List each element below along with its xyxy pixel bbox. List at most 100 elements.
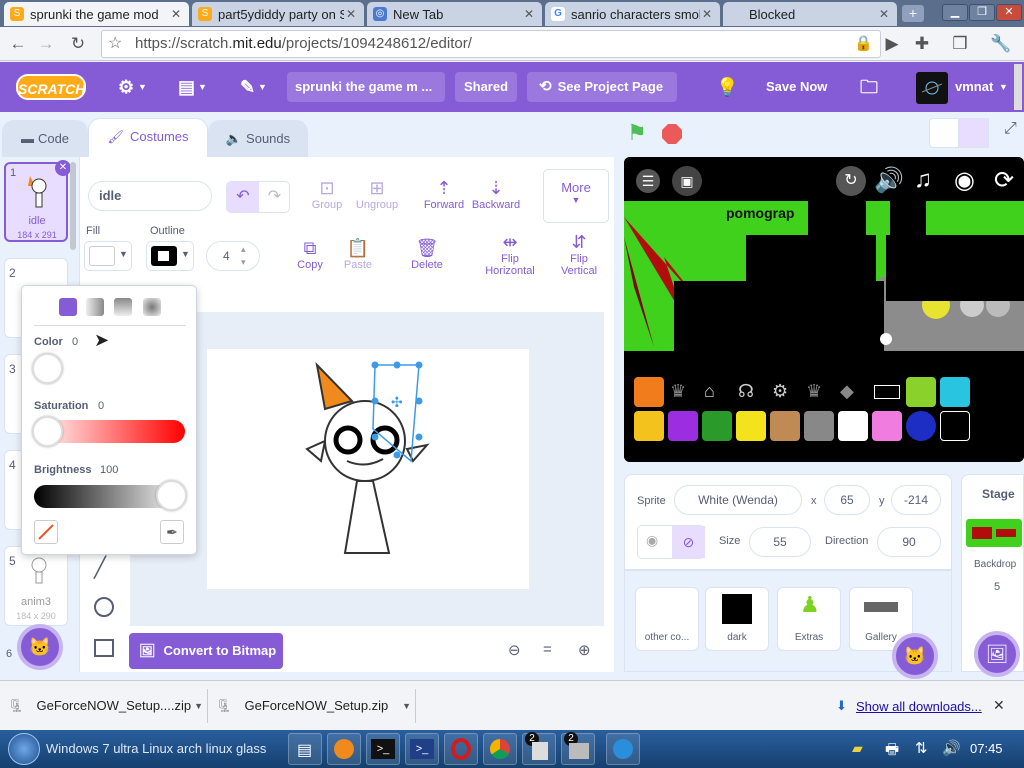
choose-backdrop-button[interactable]: 🖼	[974, 631, 1020, 677]
tab-costumes[interactable]: 🖌 Costumes	[88, 118, 208, 158]
shared-button[interactable]: Shared	[455, 72, 517, 102]
reload-icon[interactable]: ↻	[68, 34, 88, 54]
browser-tab-5[interactable]: Blocked ✕	[723, 2, 897, 26]
character-icon-antenna[interactable]: ☊	[738, 381, 764, 403]
rectangle-tool-icon[interactable]	[94, 639, 114, 657]
character-icon-gray[interactable]	[804, 411, 834, 441]
taskbar-powershell-app[interactable]: >_	[405, 733, 439, 765]
close-download-bar-icon[interactable]: ✕	[993, 697, 1005, 714]
scratch-logo[interactable]: SCRATCH	[16, 74, 86, 100]
theme-lightbulb-icon[interactable]: 💡	[716, 62, 738, 112]
solid-fill-icon[interactable]	[59, 298, 77, 316]
browser-tab-4[interactable]: G sanrio characters smol ✕	[545, 2, 720, 26]
character-icon-cyan[interactable]	[940, 377, 970, 407]
delete-button[interactable]: 🗑 Delete	[406, 237, 448, 271]
browser-tab-3[interactable]: ◎ New Tab ✕	[367, 2, 542, 26]
green-flag-icon[interactable]: ⚑	[627, 122, 651, 144]
forward-icon[interactable]: →	[36, 34, 56, 54]
download-item-1[interactable]: 🗜 GeForceNOW_Setup....zip ▼	[8, 689, 208, 723]
no-color-swatch[interactable]	[34, 520, 58, 544]
sprite-tile[interactable]: ♟ Extras	[777, 587, 841, 651]
stop-icon[interactable]	[662, 124, 682, 144]
start-button[interactable]	[8, 733, 40, 765]
extensions-puzzle-icon[interactable]: ✚	[912, 34, 932, 54]
paste-button[interactable]: 📋 Paste	[338, 237, 378, 271]
stage-target-panel[interactable]: Stage Backdrop 5 🖼	[961, 474, 1024, 677]
restart-icon[interactable]: ↻	[836, 166, 866, 196]
line-tool-icon[interactable]: ╱	[94, 555, 106, 580]
size-input[interactable]: 55	[749, 527, 811, 557]
stepper-down-icon[interactable]: ▾	[241, 255, 246, 269]
character-icon-pink[interactable]	[872, 411, 902, 441]
costume-tile-5[interactable]: 5 anim3 184 x 290	[4, 546, 68, 626]
character-icon-white[interactable]	[838, 411, 868, 441]
file-menu-icon[interactable]: ▤	[178, 62, 195, 112]
avatar[interactable]	[916, 72, 948, 104]
lock-icon[interactable]: 🔒	[854, 31, 873, 57]
zoom-in-icon[interactable]: ⊕	[578, 641, 591, 659]
close-window-button[interactable]: ✕	[996, 4, 1022, 21]
character-icon-rock[interactable]: ◆	[840, 381, 866, 403]
tray-network-icon[interactable]: ⇅	[915, 739, 928, 757]
character-icon-crown[interactable]: ♛	[670, 381, 696, 403]
page-menu-icon[interactable]: ❒	[950, 34, 970, 54]
character-icon-sun[interactable]	[634, 411, 664, 441]
paint-canvas[interactable]: ✣	[207, 349, 529, 589]
show-eye-icon[interactable]: ◉	[646, 532, 658, 549]
play-icon[interactable]: ▶	[882, 34, 902, 54]
zoom-out-icon[interactable]: ⊖	[508, 641, 521, 659]
group-button[interactable]: ⊡ Group	[306, 177, 348, 211]
sprite-avatar-icon[interactable]: ▣	[672, 166, 702, 196]
new-tab-button[interactable]: +	[902, 5, 924, 22]
tab-code[interactable]: ▬ Code	[2, 120, 88, 157]
character-icon-lime[interactable]	[906, 377, 936, 407]
radial-gradient-icon[interactable]	[143, 298, 161, 316]
taskbar-firefox-app[interactable]	[327, 733, 361, 765]
back-icon[interactable]: ←	[8, 34, 28, 54]
vertical-gradient-icon[interactable]	[114, 298, 132, 316]
taskbar-terminal-app[interactable]: >_	[366, 733, 400, 765]
music-note-icon[interactable]: ♫	[914, 166, 932, 194]
eyedropper-icon[interactable]: ✒	[160, 520, 184, 544]
choose-sprite-button[interactable]: 🐱	[892, 633, 938, 679]
page-scrollbar[interactable]	[1014, 64, 1022, 110]
tray-flag-icon[interactable]: ▰	[852, 740, 863, 757]
chevron-down-icon[interactable]: ▼	[402, 689, 411, 723]
browser-tab-1[interactable]: S sprunki the game mod ✕	[4, 2, 189, 26]
character-icon-orange[interactable]	[634, 377, 664, 407]
username[interactable]: vmnat	[955, 62, 993, 112]
copy-button[interactable]: ⧉ Copy	[290, 237, 330, 271]
taskbar-chrome-app[interactable]	[483, 733, 517, 765]
see-project-page-button[interactable]: ⟲ See Project Page	[527, 72, 677, 102]
character-icon-crown-2[interactable]: ♛	[806, 381, 832, 403]
costume-name-input[interactable]: idle	[88, 181, 212, 211]
bookmark-star-icon[interactable]: ☆	[108, 31, 122, 57]
taskbar-files-app[interactable]: ▤	[288, 733, 322, 765]
my-stuff-folder-icon[interactable]: 🗀	[860, 62, 878, 112]
character-icon-frame[interactable]	[874, 385, 900, 399]
small-stage-button[interactable]	[929, 118, 959, 148]
hide-eye-icon[interactable]: ⊘	[672, 526, 705, 558]
color-slider-knob[interactable]	[32, 353, 63, 384]
horizontal-gradient-icon[interactable]	[86, 298, 104, 316]
forward-button[interactable]: ⇡ Forward	[422, 177, 466, 211]
sprite-tile[interactable]: other co...	[635, 587, 699, 651]
close-tab-icon[interactable]: ✕	[522, 7, 536, 21]
zoom-reset-icon[interactable]: =	[543, 641, 552, 658]
close-tab-icon[interactable]: ✕	[169, 7, 183, 21]
outline-width-input[interactable]: 4 ▴ ▾	[206, 241, 260, 271]
taskbar-clock[interactable]: 07:45	[970, 741, 1003, 756]
saturation-slider-knob[interactable]	[32, 416, 63, 447]
brightness-slider-knob[interactable]	[156, 480, 187, 511]
maximize-button[interactable]: ❐	[969, 4, 995, 21]
costume-list-scrollbar[interactable]	[70, 162, 76, 250]
tab-sounds[interactable]: 🔈 Sounds	[208, 120, 308, 157]
project-title-input[interactable]: sprunki the game m ...	[287, 72, 445, 102]
y-input[interactable]: -214	[891, 485, 941, 515]
costume-tile-1[interactable]: 1 ✕ idle 184 x 291	[4, 160, 71, 242]
show-all-downloads-link[interactable]: Show all downloads...	[856, 699, 982, 714]
edit-pencil-icon[interactable]: ✎	[240, 62, 255, 112]
tray-printer-icon[interactable]: 🖶	[885, 739, 899, 764]
eye-icon[interactable]: ◉	[954, 166, 975, 195]
character-icon-brown[interactable]	[770, 411, 800, 441]
